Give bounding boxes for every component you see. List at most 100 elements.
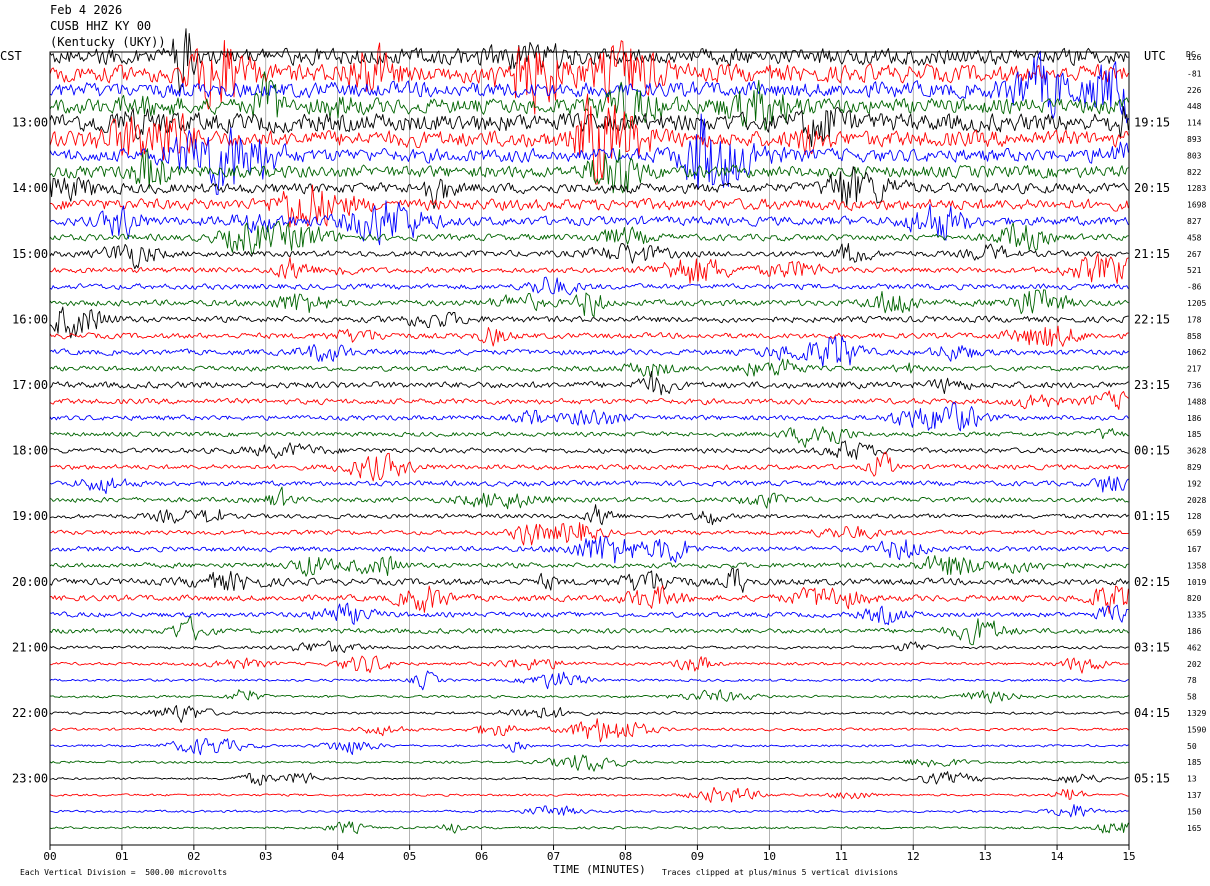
cst-hour-label: 17:00 [12,378,48,392]
x-axis-title: TIME (MINUTES) [553,863,646,876]
utc-hour-label: 23:15 [1134,378,1170,392]
header-date: Feb 4 2026 [50,3,123,17]
seismic-trace [49,253,1129,284]
header-channel: CUSB HHZ KY 00 [50,19,152,33]
helicorder-plot: 00 01 02 03 04 05 06 07 08 09 10 11 12 13 14 15126-8122… [12,28,1206,863]
header-network: (Kentucky (UKY)) [50,35,166,49]
seismic-trace [49,390,1129,410]
utc-hour-label: 20:15 [1134,181,1170,195]
dc-offset-label: 185 [1187,758,1202,767]
dc-offset-label: 1283 [1187,184,1206,193]
seismic-trace [49,306,1129,339]
seismic-trace [49,440,1129,460]
x-tick-label: 01 [115,850,128,863]
cst-hour-label: 19:00 [12,509,48,523]
dc-offset-label: 167 [1187,545,1202,554]
seismic-trace [49,358,1129,377]
dc-offset-label: 137 [1187,791,1202,800]
seismic-trace [49,451,1129,482]
utc-hour-label: 05:15 [1134,772,1170,786]
cst-hour-label: 16:00 [12,312,48,326]
dc-offset-label: 226 [1187,86,1202,95]
cst-hour-label: 23:00 [12,772,48,786]
dc-offset-label: 458 [1187,233,1202,242]
dc-offset-label: 1698 [1187,201,1206,210]
dc-offset-label: 820 [1187,594,1202,603]
seismic-trace [49,771,1129,786]
seismic-trace [49,504,1129,526]
dc-offset-label: 58 [1187,693,1197,702]
seismic-trace [49,401,1129,432]
seismic-trace [49,585,1129,614]
dc-offset-label: 192 [1187,479,1202,488]
dc-offset-label: 1488 [1187,397,1206,406]
x-tick-label: 07 [547,850,560,863]
utc-hour-label: 21:15 [1134,247,1170,261]
seismic-trace [49,821,1129,835]
cst-hour-label: 22:00 [12,706,48,720]
seismic-trace [49,325,1129,347]
x-tick-label: 09 [691,850,704,863]
seismic-trace [49,475,1129,495]
dc-offset-label: 185 [1187,430,1202,439]
dc-offset-label: 736 [1187,381,1202,390]
x-tick-label: 13 [979,850,992,863]
cst-hour-label: 21:00 [12,640,48,654]
dc-label: DC [1186,50,1196,59]
dc-offset-label: 858 [1187,332,1202,341]
dc-offset-label: 1205 [1187,299,1206,308]
dc-offset-label: 128 [1187,512,1202,521]
dc-offset-label: 267 [1187,250,1202,259]
dc-offset-label: 893 [1187,135,1202,144]
x-tick-label: 00 [43,850,56,863]
x-tick-label: 06 [475,850,488,863]
right-zone-label: UTC [1144,49,1166,63]
seismic-trace [49,555,1129,577]
seismic-trace [49,640,1129,653]
dc-offset-label: 50 [1187,742,1197,751]
seismic-trace [49,754,1129,772]
seismic-trace [49,243,1129,270]
dc-offset-label: 3628 [1187,447,1206,456]
x-tick-label: 12 [907,850,920,863]
scale-note: Each Vertical Division = 500.00 microvol… [20,868,228,877]
seismic-trace [49,336,1129,368]
dc-offset-label: 803 [1187,151,1202,160]
x-tick-label: 15 [1122,850,1135,863]
dc-offset-label: 1590 [1187,725,1206,734]
seismic-trace [50,655,1129,674]
cst-hour-label: 18:00 [12,444,48,458]
x-tick-label: 05 [403,850,416,863]
utc-hour-label: 03:15 [1134,640,1170,654]
dc-offset-label: 165 [1187,824,1202,833]
dc-offset-label: 1019 [1187,578,1206,587]
seismic-trace [49,738,1129,756]
x-tick-label: 10 [763,850,776,863]
dc-offset-label: 822 [1187,168,1202,177]
seismic-trace [49,602,1129,626]
seismic-trace [49,615,1129,646]
dc-offset-label: 2028 [1187,496,1206,505]
utc-hour-label: 00:15 [1134,444,1170,458]
dc-offset-label: -86 [1187,283,1202,292]
dc-offset-label: -81 [1187,69,1202,78]
utc-hour-label: 19:15 [1134,116,1170,130]
dc-offset-label: 448 [1187,102,1202,111]
dc-offset-label: 1062 [1187,348,1206,357]
dc-offset-label: 521 [1187,266,1202,275]
dc-offset-label: 462 [1187,643,1202,652]
seismic-trace [49,486,1129,510]
seismic-trace [49,804,1129,818]
dc-offset-label: 1358 [1187,561,1206,570]
dc-offset-label: 1329 [1187,709,1206,718]
dc-offset-label: 178 [1187,315,1202,324]
x-tick-label: 11 [835,850,848,863]
seismic-trace [49,670,1129,691]
cst-hour-label: 20:00 [12,575,48,589]
cst-hour-label: 13:00 [12,116,48,130]
utc-hour-label: 22:15 [1134,312,1170,326]
seismic-traces [49,28,1129,835]
dc-offset-label: 150 [1187,807,1202,816]
seismic-trace [49,39,1129,115]
cst-hour-label: 14:00 [12,181,48,195]
